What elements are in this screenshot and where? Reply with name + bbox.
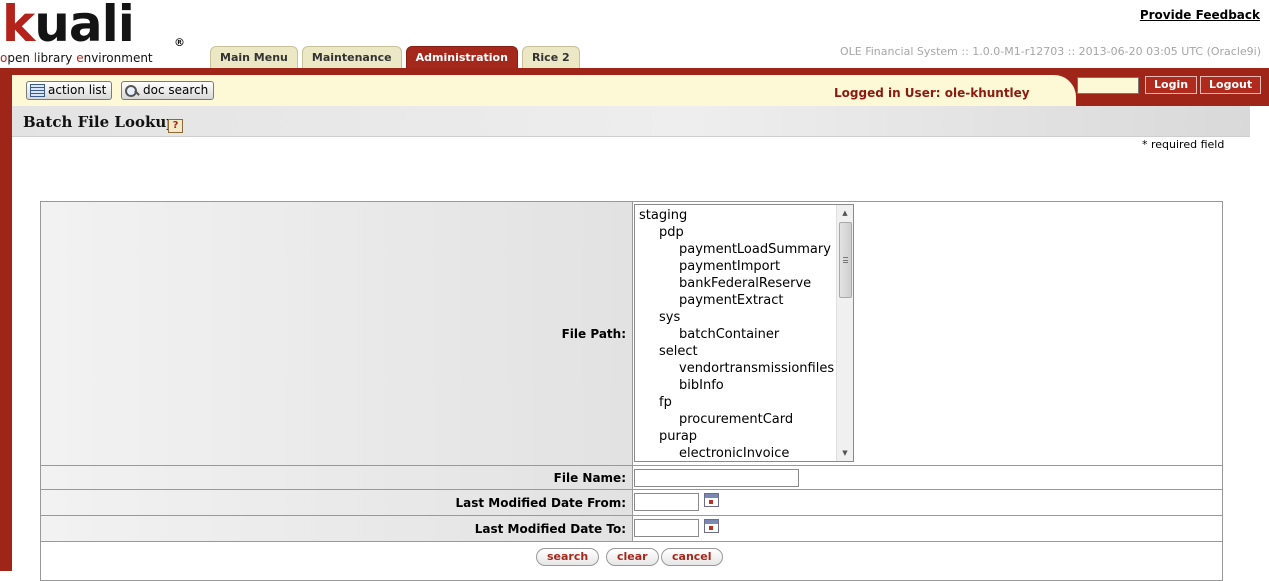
file-name-cell bbox=[634, 466, 1222, 489]
logged-in-user: Logged in User: ole-khuntley bbox=[834, 86, 1030, 100]
tree-item[interactable]: vendortransmissionfiles bbox=[635, 360, 837, 377]
magnifier-icon bbox=[125, 84, 140, 97]
toolbar-panel: action list doc search Logged in User: o… bbox=[12, 75, 1076, 106]
tree-item[interactable]: pdp bbox=[635, 224, 837, 241]
doc-search-button[interactable]: doc search bbox=[121, 81, 215, 100]
tree-item[interactable]: procurementCard bbox=[635, 411, 837, 428]
lookup-form: File Path: staging pdp paymentLoadSummary p… bbox=[40, 201, 1223, 581]
search-button[interactable]: search bbox=[536, 548, 600, 566]
tree-item[interactable]: bankFederalReserve bbox=[635, 275, 837, 292]
toolbar: action list doc search Logged in User: o… bbox=[0, 75, 1269, 106]
tree-item[interactable]: paymentExtract bbox=[635, 292, 837, 309]
date-to-label: Last Modified Date To: bbox=[41, 516, 633, 541]
date-to-input[interactable] bbox=[634, 519, 699, 537]
tree-item[interactable]: select bbox=[635, 343, 837, 360]
tree-item[interactable]: electronicInvoice bbox=[635, 445, 837, 461]
date-from-label: Last Modified Date From: bbox=[41, 490, 633, 515]
file-path-tree[interactable]: staging pdp paymentLoadSummary paymentImpor… bbox=[634, 204, 854, 462]
form-buttons: search clear cancel bbox=[41, 542, 1222, 572]
file-name-input[interactable] bbox=[634, 469, 799, 487]
tab-administration[interactable]: Administration bbox=[405, 46, 518, 70]
header-divider bbox=[0, 68, 1269, 75]
file-path-cell: staging pdp paymentLoadSummary paymentImpor… bbox=[634, 202, 1222, 465]
file-name-row: File Name: bbox=[41, 466, 1222, 490]
tab-rice-2[interactable]: Rice 2 bbox=[521, 46, 580, 70]
tree-scrollbar[interactable]: ▲ ▼ bbox=[836, 205, 853, 461]
scroll-up-icon[interactable]: ▲ bbox=[837, 205, 853, 221]
calendar-icon[interactable] bbox=[704, 493, 719, 507]
file-path-row: File Path: staging pdp paymentLoadSummary p… bbox=[41, 202, 1222, 466]
file-path-label: File Path: bbox=[41, 202, 633, 465]
date-to-cell bbox=[634, 516, 1222, 541]
calendar-icon[interactable] bbox=[704, 519, 719, 533]
provide-feedback-link[interactable]: Provide Feedback bbox=[1140, 8, 1260, 22]
kuali-ole-logo[interactable]: kuali ® open library environment bbox=[0, 0, 205, 68]
tree-item[interactable]: paymentImport bbox=[635, 258, 837, 275]
file-name-label: File Name: bbox=[41, 466, 633, 489]
header: kuali ® open library environment Provide… bbox=[0, 0, 1269, 70]
doc-search-label: doc search bbox=[143, 83, 209, 97]
tree-item[interactable]: fp bbox=[635, 394, 837, 411]
date-from-cell bbox=[634, 490, 1222, 515]
logo-wordmark: kuali bbox=[2, 0, 135, 53]
scroll-thumb[interactable] bbox=[839, 222, 852, 298]
tab-maintenance[interactable]: Maintenance bbox=[301, 46, 402, 70]
date-to-row: Last Modified Date To: bbox=[41, 516, 1222, 542]
tab-main-menu[interactable]: Main Menu bbox=[210, 46, 298, 70]
logo-tagline: open library environment bbox=[0, 51, 153, 65]
action-list-button[interactable]: action list bbox=[26, 81, 113, 100]
tree-item[interactable]: staging bbox=[635, 207, 837, 224]
help-icon[interactable]: ? bbox=[168, 119, 183, 133]
tree-item[interactable]: sys bbox=[635, 309, 837, 326]
file-path-tree-list: staging pdp paymentLoadSummary paymentImpor… bbox=[635, 207, 837, 461]
tree-item[interactable]: paymentLoadSummary bbox=[635, 241, 837, 258]
logout-button[interactable]: Logout bbox=[1200, 76, 1262, 94]
left-frame-bar bbox=[0, 106, 12, 571]
date-from-row: Last Modified Date From: bbox=[41, 490, 1222, 516]
login-username-input[interactable] bbox=[1077, 77, 1139, 94]
clear-button[interactable]: clear bbox=[606, 548, 659, 566]
cancel-button[interactable]: cancel bbox=[661, 548, 723, 566]
main-tabs: Main Menu Maintenance Administration Ric… bbox=[210, 46, 580, 70]
tree-item[interactable]: bibInfo bbox=[635, 377, 837, 394]
date-from-input[interactable] bbox=[634, 493, 699, 511]
page-title-bar: Batch File Lookup ? bbox=[12, 106, 1250, 137]
tree-item[interactable]: batchContainer bbox=[635, 326, 837, 343]
registered-mark: ® bbox=[174, 36, 185, 49]
version-info: OLE Financial System :: 1.0.0-M1-r12703 … bbox=[839, 45, 1261, 58]
required-field-note: * required field bbox=[1142, 138, 1225, 151]
login-button[interactable]: Login bbox=[1145, 76, 1198, 94]
scroll-down-icon[interactable]: ▼ bbox=[837, 445, 853, 461]
page-title: Batch File Lookup bbox=[23, 113, 177, 131]
tree-item[interactable]: purap bbox=[635, 428, 837, 445]
list-icon bbox=[30, 84, 45, 97]
action-list-label: action list bbox=[48, 83, 107, 97]
